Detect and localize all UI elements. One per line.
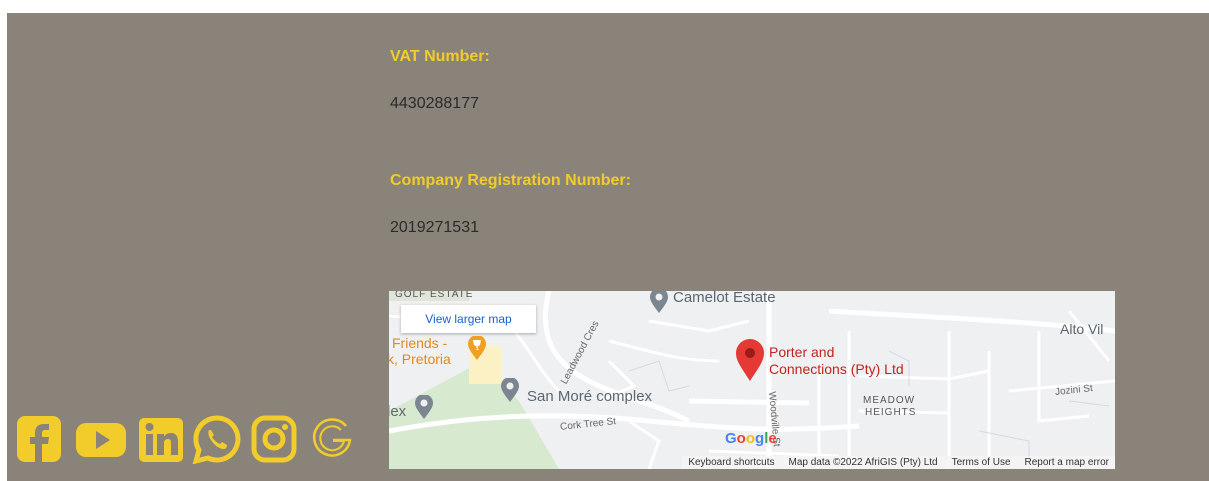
map-attribution: Keyboard shortcuts Map data ©2022 AfriGI…: [682, 456, 1115, 469]
report-map-error-link[interactable]: Report a map error: [1025, 457, 1109, 468]
map-label-golf-estate: GOLF ESTATE: [395, 291, 474, 300]
instagram-icon[interactable]: [250, 414, 298, 464]
map-label-camelot: Camelot Estate: [673, 291, 776, 306]
vat-label: VAT Number:: [390, 48, 490, 65]
map-embed[interactable]: GOLF ESTATE View larger map Camelot Esta…: [389, 291, 1115, 469]
linkedin-icon[interactable]: [137, 414, 185, 464]
trophy-pin-icon: [468, 336, 486, 360]
san-more-pin-icon: [501, 378, 519, 402]
map-label-lex: lex: [389, 403, 407, 420]
facebook-icon[interactable]: [15, 414, 63, 464]
map-data-text: Map data ©2022 AfriGIS (Pty) Ltd: [788, 457, 938, 468]
complex-pin-icon: [415, 395, 433, 419]
vat-value: 4430288177: [390, 95, 479, 112]
registration-label: Company Registration Number:: [390, 172, 631, 189]
registration-value: 2019271531: [390, 219, 479, 236]
whatsapp-icon[interactable]: [191, 414, 243, 464]
map-label-heights: HEIGHTS: [865, 407, 917, 418]
map-label-porter[interactable]: Porter and: [769, 344, 834, 360]
location-pin-icon[interactable]: [735, 339, 765, 383]
map-label-connections[interactable]: Connections (Pty) Ltd: [769, 361, 904, 377]
map-label-meadow: MEADOW: [863, 395, 916, 406]
view-larger-map-link[interactable]: View larger map: [401, 305, 536, 333]
map-label-san-more: San Moré complex: [527, 388, 653, 405]
map-label-pretoria: k, Pretoria: [389, 351, 451, 367]
map-label-friends: Friends -: [392, 335, 448, 351]
keyboard-shortcuts-link[interactable]: Keyboard shortcuts: [688, 457, 774, 468]
google-icon[interactable]: [308, 414, 356, 464]
terms-of-use-link[interactable]: Terms of Use: [952, 457, 1011, 468]
google-map-logo: Google: [725, 430, 777, 447]
camelot-pin-icon: [650, 291, 668, 313]
youtube-icon[interactable]: [74, 414, 128, 464]
map-label-alto: Alto Vil: [1060, 321, 1104, 337]
